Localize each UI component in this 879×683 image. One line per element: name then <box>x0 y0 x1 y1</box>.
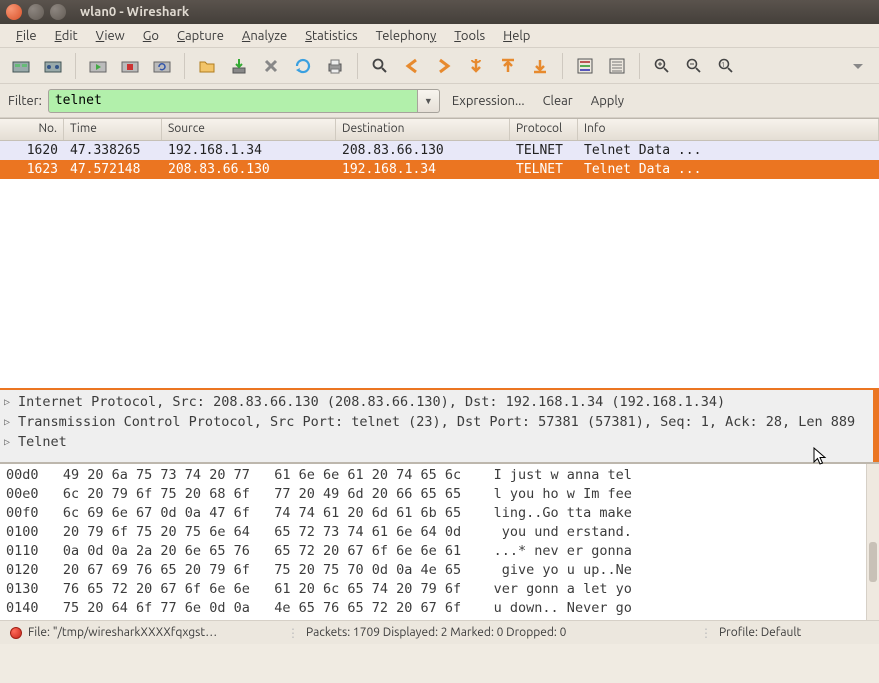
expression-button[interactable]: Expression... <box>446 94 531 108</box>
menu-telephony[interactable]: Telephony <box>368 26 445 46</box>
menu-file[interactable]: File <box>8 26 45 46</box>
window-close-button[interactable] <box>6 4 22 20</box>
restart-capture-icon[interactable] <box>148 52 176 80</box>
auto-scroll-icon[interactable] <box>603 52 631 80</box>
col-info[interactable]: Info <box>578 119 879 140</box>
toolbar-overflow-icon[interactable] <box>844 52 872 80</box>
packet-row[interactable]: 1623 47.572148 208.83.66.130 192.168.1.3… <box>0 160 879 179</box>
find-icon[interactable] <box>366 52 394 80</box>
zoom-in-icon[interactable] <box>648 52 676 80</box>
tree-row[interactable]: ▷Transmission Control Protocol, Src Port… <box>4 412 875 432</box>
menu-help[interactable]: Help <box>495 26 538 46</box>
expand-icon[interactable]: ▷ <box>4 417 14 428</box>
go-to-packet-icon[interactable] <box>462 52 490 80</box>
filter-label: Filter: <box>8 94 42 108</box>
interfaces-icon[interactable] <box>7 52 35 80</box>
menu-bar: File Edit View Go Capture Analyze Statis… <box>0 24 879 48</box>
filter-input[interactable] <box>48 89 418 113</box>
col-no[interactable]: No. <box>0 119 64 140</box>
menu-analyze[interactable]: Analyze <box>234 26 295 46</box>
go-first-icon[interactable] <box>494 52 522 80</box>
tree-row[interactable]: ▷Internet Protocol, Src: 208.83.66.130 (… <box>4 392 875 412</box>
go-back-icon[interactable] <box>398 52 426 80</box>
menu-view[interactable]: View <box>88 26 133 46</box>
stop-capture-icon[interactable] <box>116 52 144 80</box>
print-icon[interactable] <box>321 52 349 80</box>
go-forward-icon[interactable] <box>430 52 458 80</box>
packet-list-pane[interactable]: No. Time Source Destination Protocol Inf… <box>0 118 879 390</box>
menu-capture[interactable]: Capture <box>169 26 232 46</box>
status-packets: Packets: 1709 Displayed: 2 Marked: 0 Dro… <box>306 626 566 639</box>
bytes-scrollbar[interactable] <box>866 464 879 620</box>
close-file-icon[interactable] <box>257 52 285 80</box>
window-minimize-button[interactable] <box>28 4 44 20</box>
apply-button[interactable]: Apply <box>585 94 630 108</box>
packet-list-header: No. Time Source Destination Protocol Inf… <box>0 119 879 141</box>
packet-row[interactable]: 1620 47.338265 192.168.1.34 208.83.66.13… <box>0 141 879 160</box>
colorize-icon[interactable] <box>571 52 599 80</box>
packet-bytes-pane[interactable]: 00d0 49 20 6a 75 73 74 20 77 61 6e 6e 61… <box>0 464 879 620</box>
menu-go[interactable]: Go <box>135 26 167 46</box>
options-icon[interactable] <box>39 52 67 80</box>
window-maximize-button[interactable] <box>50 4 66 20</box>
reload-icon[interactable] <box>289 52 317 80</box>
filter-toolbar: Filter: ▼ Expression... Clear Apply <box>0 84 879 118</box>
expand-icon[interactable]: ▷ <box>4 437 14 448</box>
main-toolbar: 1 <box>0 48 879 84</box>
window-title: wlan0 - Wireshark <box>80 5 189 19</box>
filter-dropdown-icon[interactable]: ▼ <box>418 89 440 113</box>
save-file-icon[interactable] <box>225 52 253 80</box>
status-profile: Profile: Default <box>719 626 801 639</box>
menu-edit[interactable]: Edit <box>47 26 86 46</box>
col-proto[interactable]: Protocol <box>510 119 578 140</box>
open-file-icon[interactable] <box>193 52 221 80</box>
go-last-icon[interactable] <box>526 52 554 80</box>
expert-info-icon[interactable] <box>10 627 22 639</box>
col-time[interactable]: Time <box>64 119 162 140</box>
expand-icon[interactable]: ▷ <box>4 397 14 408</box>
col-src[interactable]: Source <box>162 119 336 140</box>
zoom-reset-icon[interactable]: 1 <box>712 52 740 80</box>
menu-statistics[interactable]: Statistics <box>297 26 365 46</box>
details-scrollbar[interactable] <box>873 390 879 462</box>
status-bar: File: "/tmp/wiresharkXXXXfqxgst… ⋮ Packe… <box>0 620 879 644</box>
menu-tools[interactable]: Tools <box>446 26 493 46</box>
start-capture-icon[interactable] <box>84 52 112 80</box>
col-dst[interactable]: Destination <box>336 119 510 140</box>
packet-details-pane[interactable]: ▷Internet Protocol, Src: 208.83.66.130 (… <box>0 390 879 464</box>
clear-button[interactable]: Clear <box>537 94 579 108</box>
window-titlebar: wlan0 - Wireshark <box>0 0 879 24</box>
tree-row[interactable]: ▷Telnet <box>4 432 875 452</box>
zoom-out-icon[interactable] <box>680 52 708 80</box>
svg-text:1: 1 <box>721 61 725 69</box>
status-file: File: "/tmp/wiresharkXXXXfqxgst… <box>28 626 217 639</box>
